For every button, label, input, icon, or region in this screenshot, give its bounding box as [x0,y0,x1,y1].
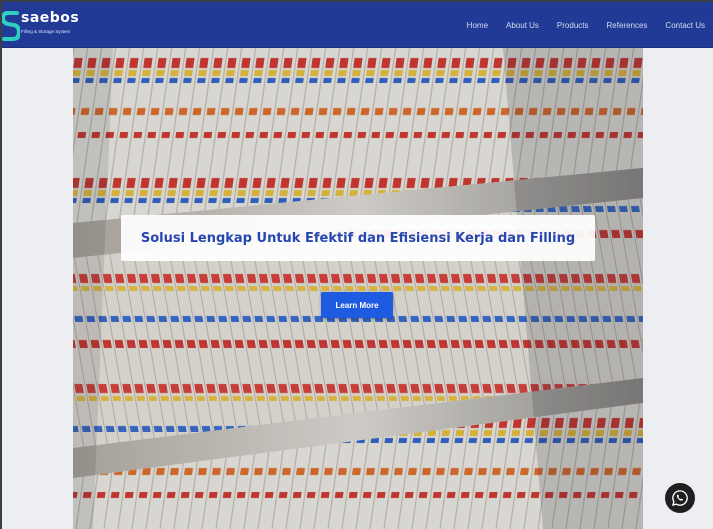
brand-tagline: Filling & Storage System [21,29,71,34]
top-navbar: saebos Filling & Storage System Home Abo… [2,2,713,48]
s-shape-logo-icon [2,11,20,41]
whatsapp-icon [672,490,688,506]
hero-overlay [73,48,643,529]
whatsapp-chat-button[interactable] [665,483,695,513]
brand-logo[interactable]: saebos Filling & Storage System [2,10,82,42]
brand-name: saebos [21,10,80,26]
main-nav: Home About Us Products References Contac… [467,2,713,48]
learn-more-button[interactable]: Learn More [321,292,393,318]
hero-headline: Solusi Lengkap Untuk Efektif dan Efisien… [140,230,576,246]
hero-caption-box: Solusi Lengkap Untuk Efektif dan Efisien… [121,215,595,261]
nav-home[interactable]: Home [467,21,488,30]
nav-references[interactable]: References [607,21,648,30]
nav-contact-us[interactable]: Contact Us [665,21,705,30]
page-frame: saebos Filling & Storage System Home Abo… [2,2,713,529]
hero-banner: Solusi Lengkap Untuk Efektif dan Efisien… [73,48,643,529]
nav-about-us[interactable]: About Us [506,21,539,30]
nav-products[interactable]: Products [557,21,589,30]
